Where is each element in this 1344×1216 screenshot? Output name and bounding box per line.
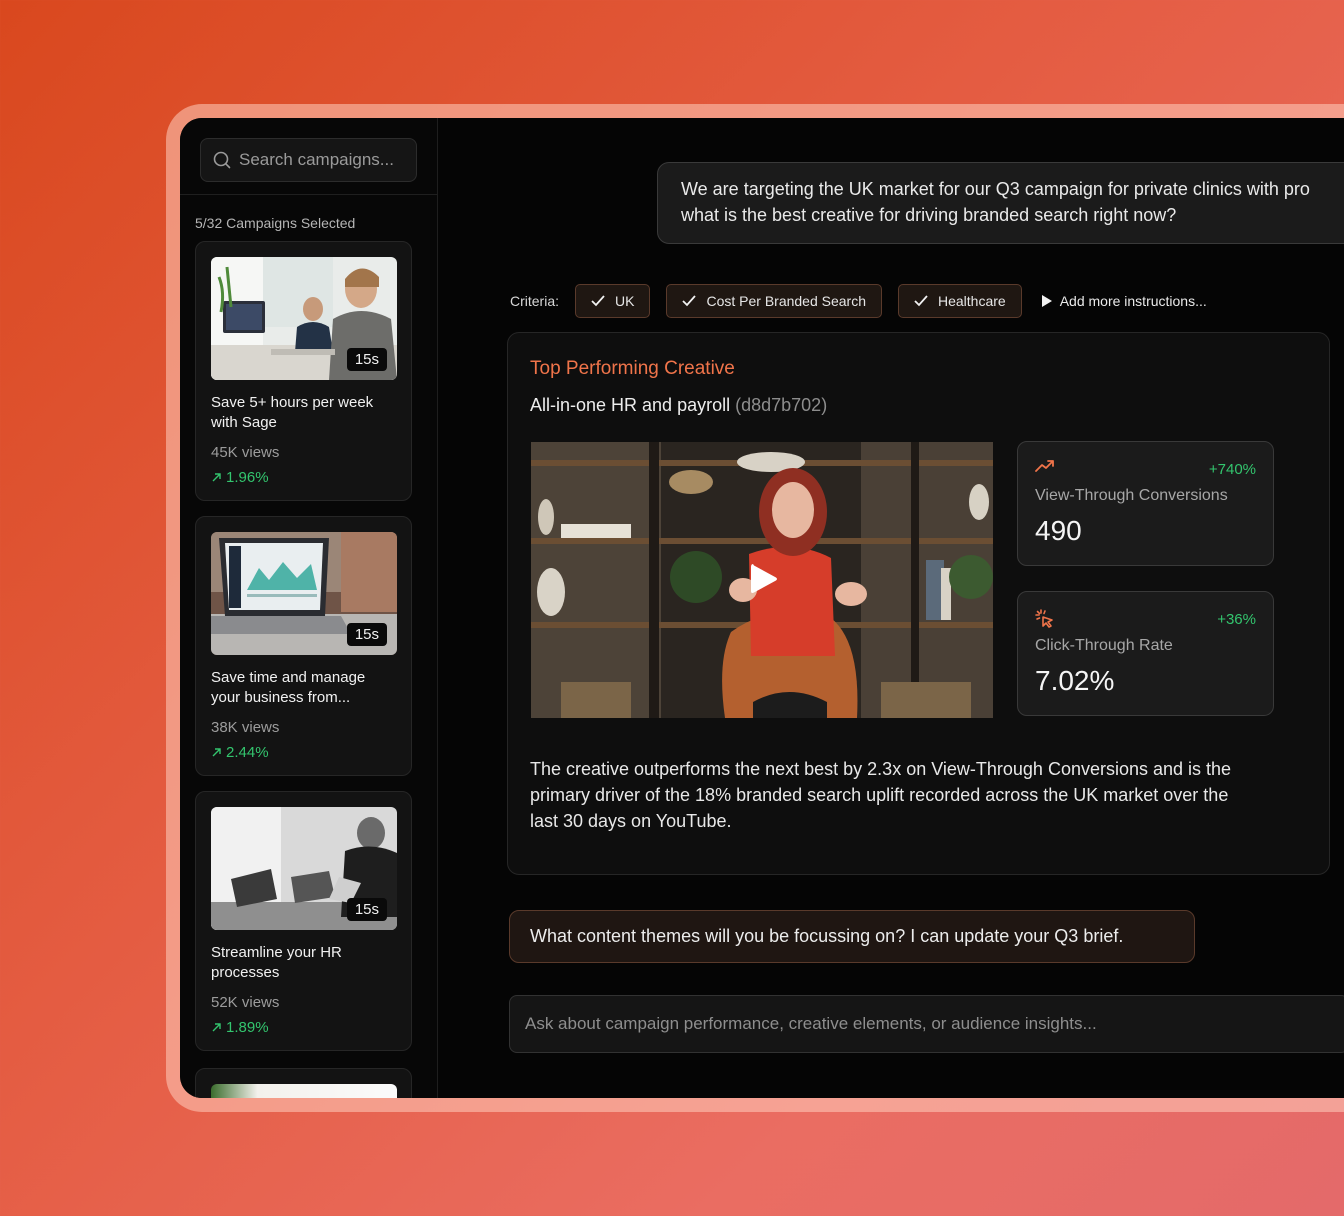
user-message: We are targeting the UK market for our Q… (657, 162, 1344, 244)
metric-change: +740% (1208, 461, 1256, 478)
creative-id: (d8d7b702) (735, 395, 828, 415)
creative-video-player[interactable] (531, 442, 993, 718)
campaign-thumbnail: 15s (211, 807, 397, 930)
selected-campaigns-count: 5/32 Campaigns Selected (195, 215, 356, 231)
criteria-chip-cost-per-branded-search[interactable]: Cost Per Branded Search (666, 284, 882, 318)
campaign-trend: 2.44% (211, 744, 269, 761)
criteria-chip-healthcare[interactable]: Healthcare (898, 284, 1022, 318)
campaign-trend-value: 2.44% (226, 744, 269, 761)
campaign-thumbnail: 15s (211, 257, 397, 380)
campaign-views: 52K views (211, 994, 280, 1011)
arrow-up-right-icon (212, 1023, 221, 1032)
campaign-title: Streamline your HR processes (211, 944, 342, 981)
campaign-trend: 1.96% (211, 469, 269, 486)
metric-card-click-through-rate: +36% Click-Through Rate 7.02% (1017, 591, 1274, 716)
top-creative-card: Top Performing Creative All-in-one HR an… (507, 332, 1330, 875)
card-eyebrow: Top Performing Creative (530, 358, 735, 379)
search-icon (213, 151, 231, 169)
metric-label: Click-Through Rate (1035, 637, 1173, 654)
video-duration-badge: 15s (346, 348, 387, 371)
campaign-title: Save 5+ hours per week with Sage (211, 394, 374, 431)
campaign-sidebar: 5/32 Campaigns Selected (180, 118, 438, 1098)
campaign-title: Save time and manage your business from.… (211, 669, 366, 706)
add-more-label: Add more instructions... (1059, 293, 1207, 309)
campaign-trend-value: 1.96% (226, 469, 269, 486)
campaign-trend-value: 1.89% (226, 1019, 269, 1036)
campaign-trend: 1.89% (211, 1019, 269, 1036)
campaign-card-partial[interactable] (195, 1068, 412, 1098)
play-icon[interactable] (749, 562, 779, 596)
chip-label: Healthcare (938, 293, 1006, 309)
check-icon (682, 295, 697, 307)
app-window: 5/32 Campaigns Selected (180, 118, 1344, 1098)
cursor-click-icon (1035, 609, 1053, 628)
check-icon (914, 295, 928, 307)
criteria-chip-uk[interactable]: UK (575, 284, 651, 318)
creative-summary: The creative outperforms the next best b… (530, 759, 1232, 831)
trend-up-icon (1035, 460, 1054, 472)
campaign-views: 45K views (211, 444, 280, 461)
arrow-up-right-icon (212, 748, 221, 757)
sidebar-divider (180, 194, 438, 195)
creative-title: All-in-one HR and payroll (d8d7b702) (530, 395, 827, 416)
campaign-thumbnail (211, 1084, 397, 1098)
metric-value: 7.02% (1035, 665, 1115, 696)
metric-value: 490 (1035, 515, 1082, 546)
campaign-card[interactable]: 15s Save time and manage your business f… (195, 516, 412, 776)
campaign-search[interactable] (200, 138, 417, 182)
creative-name: All-in-one HR and payroll (530, 395, 731, 415)
play-triangle-icon (1041, 295, 1052, 307)
user-message-text: We are targeting the UK market for our Q… (681, 179, 1310, 225)
video-duration-badge: 15s (346, 623, 387, 646)
search-input[interactable] (239, 150, 409, 170)
assistant-message: What content themes will you be focussin… (509, 910, 1195, 963)
metric-card-view-through-conversions: +740% View-Through Conversions 490 (1017, 441, 1274, 566)
campaign-card[interactable]: 15s Streamline your HR processes 52K vie… (195, 791, 412, 1051)
add-more-instructions-button[interactable]: Add more instructions... (1041, 293, 1207, 309)
chip-label: UK (615, 293, 635, 309)
criteria-row: Criteria: UK Cost Per Branded Search Hea… (510, 284, 1207, 318)
metric-change: +36% (1217, 611, 1256, 628)
video-duration-badge: 15s (346, 898, 387, 921)
metric-label: View-Through Conversions (1035, 487, 1228, 504)
chat-input[interactable] (509, 995, 1344, 1053)
campaign-thumbnail: 15s (211, 532, 397, 655)
campaign-views: 38K views (211, 719, 280, 736)
check-icon (591, 295, 605, 307)
arrow-up-right-icon (212, 473, 221, 482)
chip-label: Cost Per Branded Search (706, 293, 866, 309)
criteria-label: Criteria: (510, 293, 560, 309)
assistant-message-text: What content themes will you be focussin… (530, 926, 1124, 946)
campaign-card[interactable]: 15s Save 5+ hours per week with Sage 45K… (195, 241, 412, 501)
